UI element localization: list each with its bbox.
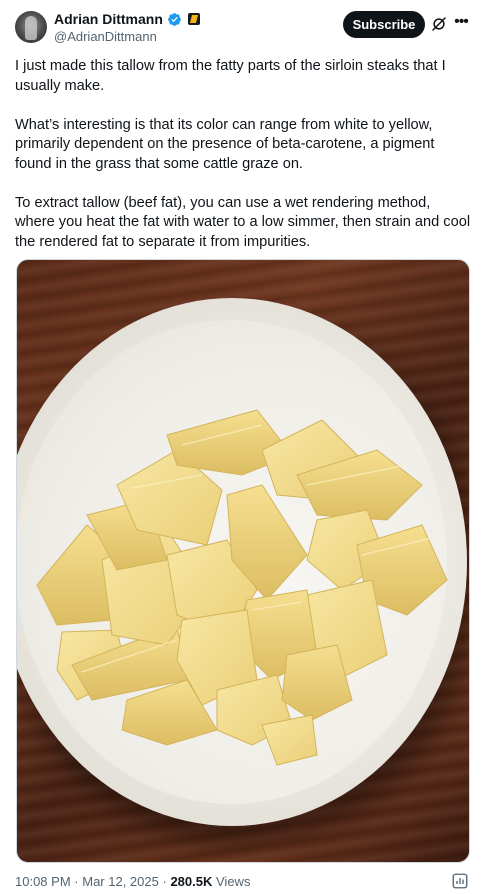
- tallow-chunks: [36, 409, 448, 766]
- grok-icon[interactable]: [430, 15, 448, 33]
- more-icon[interactable]: •••: [452, 14, 470, 33]
- tweet-header: Adrian Dittmann @AdrianDittmann Subscrib…: [0, 0, 486, 50]
- author-handle[interactable]: @AdrianDittmann: [54, 29, 157, 44]
- verified-badge-icon: [167, 12, 181, 26]
- avatar-figure: [25, 16, 37, 40]
- tweet-date[interactable]: Mar 12, 2025: [82, 874, 159, 889]
- avatar[interactable]: [15, 11, 47, 43]
- tweet-text: I just made this tallow from the fatty p…: [15, 57, 473, 272]
- footer-separator: ·: [74, 874, 79, 889]
- tweet-footer: 10:08 PM · Mar 12, 2025 · 280.5K Views: [15, 874, 250, 889]
- author-display-name[interactable]: Adrian Dittmann: [54, 11, 163, 27]
- subscribe-button[interactable]: Subscribe: [343, 11, 425, 38]
- views-label: Views: [216, 874, 251, 889]
- tweet-time[interactable]: 10:08 PM: [15, 874, 71, 889]
- tweet-paragraph: I just made this tallow from the fatty p…: [15, 58, 446, 94]
- tweet-paragraph: To extract tallow (beef fat), you can us…: [15, 194, 471, 250]
- views-count: 280.5K: [170, 874, 213, 889]
- affiliate-badge-icon: [187, 13, 200, 25]
- tweet-paragraph: What’s interesting is that its color can…: [15, 116, 435, 172]
- name-row: Adrian Dittmann: [54, 11, 200, 27]
- tweet-photo[interactable]: [16, 259, 470, 863]
- footer-separator: ·: [162, 874, 167, 889]
- analytics-icon[interactable]: [451, 872, 469, 890]
